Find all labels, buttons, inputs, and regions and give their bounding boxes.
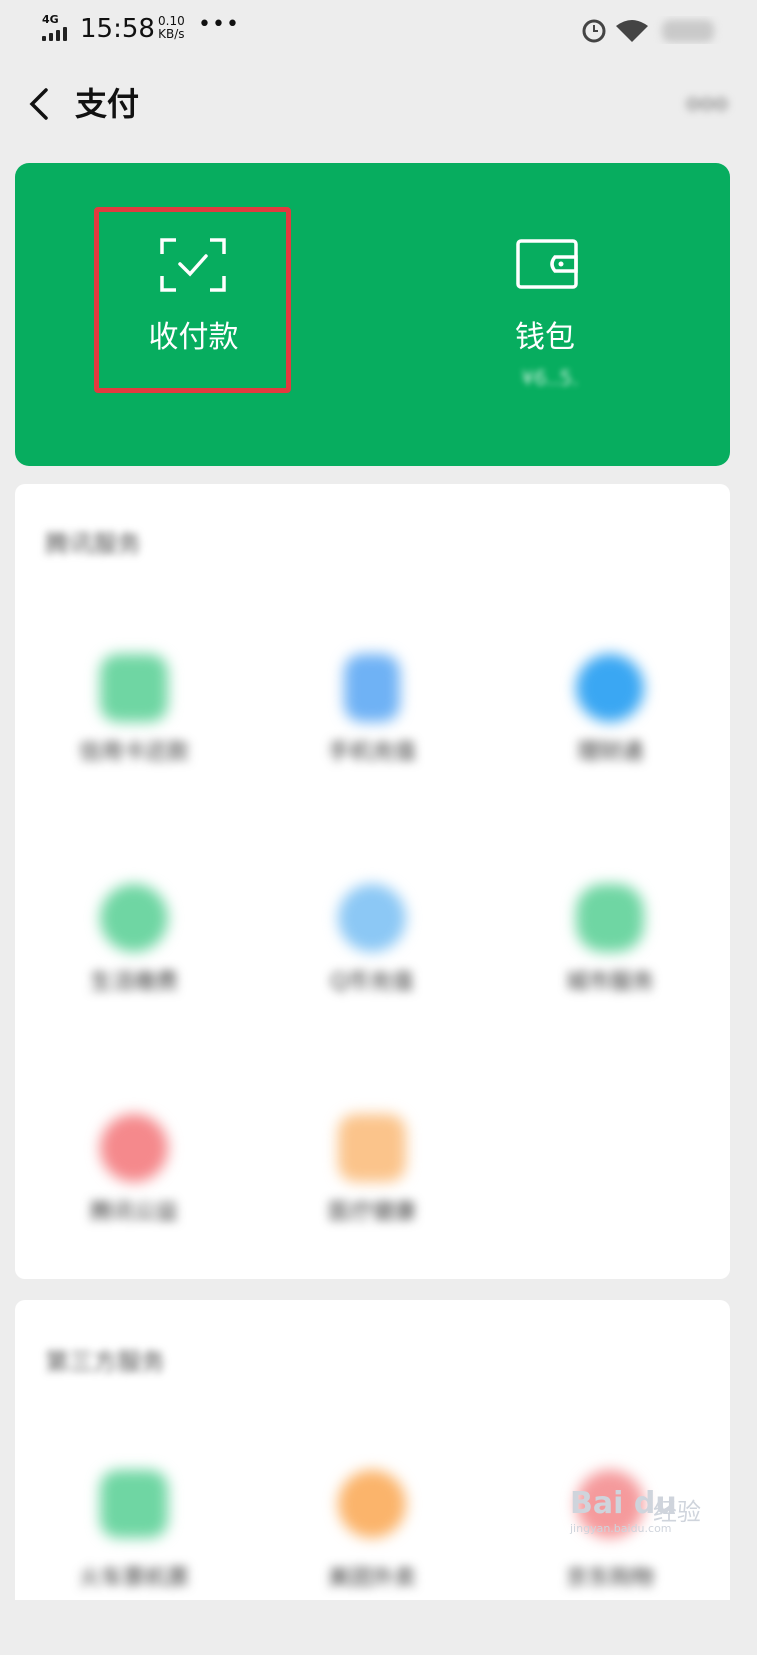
watermark-url: jingyan.baidu.com — [570, 1522, 672, 1535]
service-label: 美团外卖 — [327, 1566, 416, 1591]
food-delivery-icon — [338, 1470, 406, 1538]
service-label: Q币充值 — [330, 970, 414, 995]
service-item[interactable]: 理财通 — [491, 614, 729, 839]
status-icons — [582, 19, 714, 43]
network-speed: 0.10 KB/s — [158, 15, 185, 41]
health-icon — [338, 1114, 406, 1182]
wifi-icon — [616, 20, 648, 42]
service-item[interactable]: 美团外卖 — [253, 1430, 491, 1655]
third-party-panel-title: 第三方服务 — [45, 1348, 165, 1376]
service-label: 医疗健康 — [327, 1200, 416, 1225]
wallet-icon[interactable] — [515, 237, 581, 291]
services-panel: 腾讯服务 信用卡还款 手机充值 理财通 生活缴费 Q币充值 城市服务 腾讯公益 … — [15, 484, 730, 1279]
utility-bill-icon — [100, 884, 168, 952]
clock-time: 15:58 — [80, 14, 155, 44]
pay-receive-label: 收付款 — [148, 320, 239, 355]
service-item[interactable]: 信用卡还款 — [15, 614, 253, 839]
service-label: 生活缴费 — [89, 970, 178, 995]
back-arrow-icon[interactable] — [22, 84, 62, 124]
more-dots-icon[interactable] — [685, 96, 729, 112]
page-title: 支付 — [75, 85, 140, 123]
q-coin-icon — [338, 884, 406, 952]
service-item[interactable]: 腾讯公益 — [15, 1074, 253, 1299]
service-item[interactable]: 生活缴费 — [15, 844, 253, 1069]
service-item[interactable]: 城市服务 — [491, 844, 729, 1069]
service-label: 手机充值 — [327, 740, 416, 765]
highlight-annotation — [94, 207, 291, 393]
service-item[interactable]: 医疗健康 — [253, 1074, 491, 1299]
battery-icon — [662, 20, 714, 42]
service-label: 信用卡还款 — [78, 740, 189, 765]
train-ticket-icon — [100, 1470, 168, 1538]
service-item[interactable]: 京东购物 — [491, 1430, 729, 1655]
service-label: 腾讯公益 — [89, 1200, 178, 1225]
service-label: 理财通 — [576, 740, 643, 765]
service-label: 城市服务 — [565, 970, 654, 995]
notification-more-icon: ••• — [198, 12, 240, 37]
service-item[interactable]: Q币充值 — [253, 844, 491, 1069]
speed-unit: KB/s — [158, 27, 185, 41]
wealth-icon — [576, 654, 644, 722]
network-type: 4G — [42, 13, 59, 26]
top-bar: 支付 — [0, 60, 757, 150]
service-item[interactable]: 火车票机票 — [15, 1430, 253, 1655]
alarm-icon — [582, 19, 606, 43]
charity-heart-icon — [100, 1114, 168, 1182]
credit-card-icon — [100, 654, 168, 722]
scan-check-icon — [160, 238, 226, 292]
wallet-label[interactable]: 钱包 — [480, 318, 610, 358]
wallet-balance: ¥6..5. — [521, 366, 579, 390]
service-label: 京东购物 — [565, 1566, 654, 1591]
services-panel-title: 腾讯服务 — [45, 530, 141, 558]
signal-icon — [42, 27, 72, 41]
baidu-watermark: Bai du 经验 jingyan.baidu.com — [565, 1470, 715, 1540]
city-service-icon — [576, 884, 644, 952]
service-item[interactable]: 手机充值 — [253, 614, 491, 839]
phone-topup-icon — [344, 654, 400, 722]
service-label: 火车票机票 — [78, 1566, 189, 1591]
status-bar: 4G 15:58 0.10 KB/s ••• — [0, 0, 757, 60]
third-party-panel: 第三方服务 火车票机票 美团外卖 京东购物 — [15, 1300, 730, 1600]
